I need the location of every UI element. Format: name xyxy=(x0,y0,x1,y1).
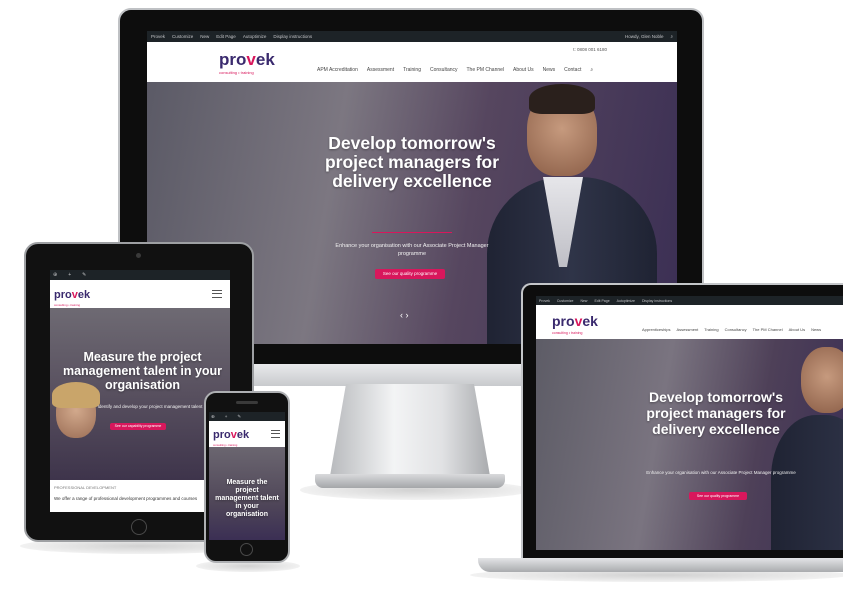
nav-item-about-us[interactable]: About Us xyxy=(789,327,805,332)
section-text: We offer a range of professional develop… xyxy=(54,496,198,501)
admin-bar-user[interactable]: Howdy, Glen Noble xyxy=(625,34,663,39)
site-header: provek consulting • training xyxy=(50,280,230,308)
phone-screen: ⊕ + ✎ provek consulting • training Measu… xyxy=(209,412,285,540)
logo[interactable]: provek consulting • training xyxy=(213,425,249,448)
admin-bar-item[interactable]: Autoptimize xyxy=(243,34,267,39)
imac-base xyxy=(315,474,505,488)
hero-text: Enhance your organisation with our Assoc… xyxy=(646,470,796,475)
header-phone[interactable]: t: 0808 001 6180 xyxy=(573,47,607,52)
hero-section: Measure the project management talent in… xyxy=(209,447,285,540)
admin-bar-item[interactable]: Edit Page xyxy=(216,34,236,39)
logo[interactable]: provek consulting • training xyxy=(54,285,90,308)
tablet-screen: ⊕ + ✎ provek consulting • training Measu… xyxy=(50,270,230,512)
laptop-screen: Provek Customize New Edit Page Autoptimi… xyxy=(536,296,843,550)
site-header: provek consulting • training t: 0808 001… xyxy=(147,42,677,82)
hero-section: Measure the project management talent in… xyxy=(50,308,230,480)
nav-item-training[interactable]: Training xyxy=(704,327,718,332)
nav-item-news[interactable]: News xyxy=(811,327,821,332)
hero-title: Measure the project management talent in… xyxy=(62,350,223,392)
nav-item-assessment[interactable]: Assessment xyxy=(367,67,394,73)
nav-item-consultancy[interactable]: Consultancy xyxy=(725,327,747,332)
content-section: PROFESSIONAL DEVELOPMENT We offer a rang… xyxy=(50,480,230,506)
nav-item-contact[interactable]: Contact xyxy=(564,67,581,73)
edit-icon[interactable]: ✎ xyxy=(82,272,86,278)
tablet-home-button[interactable] xyxy=(131,519,147,535)
nav-item-assessment[interactable]: Assessment xyxy=(676,327,698,332)
edit-icon[interactable]: ✎ xyxy=(237,414,241,420)
admin-bar-item[interactable]: Autoptimize xyxy=(617,299,635,303)
hamburger-menu-icon[interactable] xyxy=(212,290,222,298)
phone-home-button[interactable] xyxy=(240,543,253,556)
nav-item-pm-channel[interactable]: The PM Channel xyxy=(467,67,505,73)
admin-bar: Provek Customize New Edit Page Autoptimi… xyxy=(536,296,843,305)
hero-section: Develop tomorrow's project managers for … xyxy=(536,339,843,550)
site-header: provek consulting • training xyxy=(209,421,285,447)
laptop-base xyxy=(478,558,843,572)
admin-bar-item[interactable]: Display instructions xyxy=(642,299,672,303)
hero-cta-button[interactable]: See our capability programme xyxy=(110,423,166,430)
nav-item-apm-accreditation[interactable]: APM Accreditation xyxy=(317,67,358,73)
nav-item-training[interactable]: Training xyxy=(403,67,421,73)
hero-title: Develop tomorrow's project managers for … xyxy=(646,389,786,437)
search-icon[interactable]: ⌕ xyxy=(670,34,673,39)
nav-item-pm-channel[interactable]: The PM Channel xyxy=(753,327,783,332)
nav-item-apprenticeships[interactable]: Apprenticeships xyxy=(642,327,670,332)
logo-tagline: consulting • training xyxy=(54,303,81,307)
admin-bar: ⊕ + ✎ xyxy=(50,270,230,280)
admin-bar-item[interactable]: Display instructions xyxy=(273,34,312,39)
section-label: PROFESSIONAL DEVELOPMENT xyxy=(54,485,117,490)
nav-item-about-us[interactable]: About Us xyxy=(513,67,534,73)
admin-bar-item[interactable]: New xyxy=(580,299,587,303)
hero-person-image xyxy=(50,378,110,478)
hero-text: Enhance your organisation with our Assoc… xyxy=(335,243,489,257)
menu-icon[interactable]: ⊕ xyxy=(211,414,215,420)
hamburger-menu-icon[interactable] xyxy=(271,430,280,438)
admin-bar-item[interactable]: Provek xyxy=(539,299,550,303)
add-icon[interactable]: + xyxy=(68,272,71,278)
nav-item-news[interactable]: News xyxy=(543,67,556,73)
main-nav: Apprenticeships Assessment Training Cons… xyxy=(642,327,821,332)
logo-tagline: consulting • training xyxy=(552,331,583,335)
add-icon[interactable]: + xyxy=(225,414,228,419)
hero-divider xyxy=(372,232,452,233)
hero-cta-button[interactable]: See our quality programme xyxy=(689,492,747,500)
admin-bar-item[interactable]: Provek xyxy=(151,34,165,39)
hero-person-image xyxy=(761,339,843,550)
imac-stand xyxy=(330,384,490,476)
admin-bar-item[interactable]: Edit Page xyxy=(594,299,609,303)
admin-bar-item[interactable]: Customize xyxy=(557,299,574,303)
hero-title: Develop tomorrow's project managers for … xyxy=(324,133,500,191)
phone-speaker xyxy=(236,401,258,404)
menu-icon[interactable]: ⊕ xyxy=(53,272,57,278)
tablet-camera xyxy=(136,253,141,258)
hero-title: Measure the project management talent in… xyxy=(215,479,279,518)
site-header: provek consulting • training Apprentices… xyxy=(536,305,843,339)
nav-item-consultancy[interactable]: Consultancy xyxy=(430,67,458,73)
hero-text: Identify and develop your project manage… xyxy=(97,404,203,409)
admin-bar: ⊕ + ✎ xyxy=(209,412,285,421)
logo-tagline: consulting • training xyxy=(219,70,254,75)
main-nav: APM Accreditation Assessment Training Co… xyxy=(317,67,593,73)
hero-cta-button[interactable]: See our quality programme xyxy=(375,269,445,279)
search-icon[interactable]: ⌕ xyxy=(590,67,593,73)
admin-bar: Provek Customize New Edit Page Autoptimi… xyxy=(147,31,677,42)
admin-bar-item[interactable]: Customize xyxy=(172,34,193,39)
slider-arrows[interactable]: ‹ › xyxy=(400,310,409,320)
admin-bar-item[interactable]: New xyxy=(200,34,209,39)
logo[interactable]: provek consulting • training xyxy=(552,313,598,335)
logo[interactable]: provek consulting • training xyxy=(219,51,275,75)
